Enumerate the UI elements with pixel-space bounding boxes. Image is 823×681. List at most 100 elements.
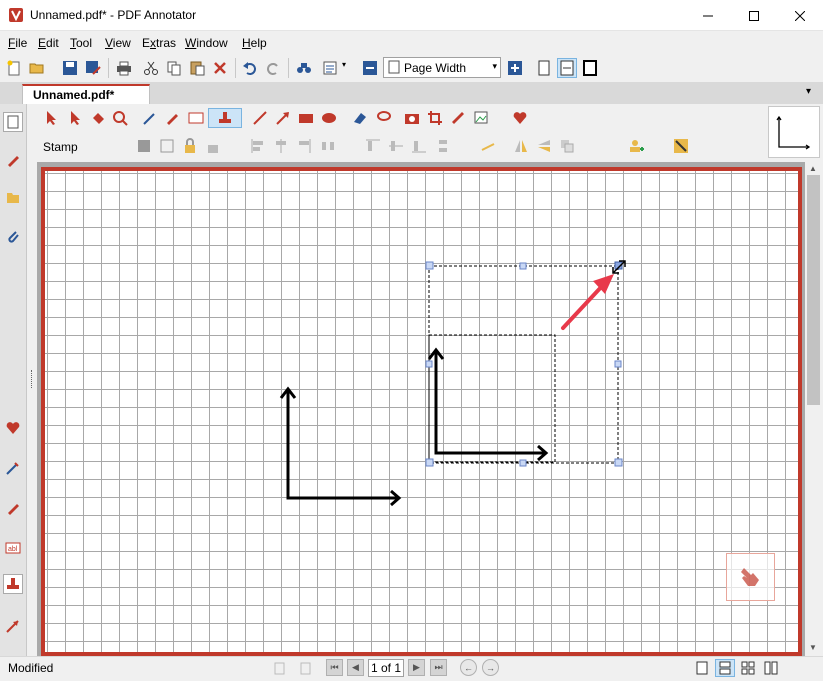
group-icon[interactable] (134, 136, 154, 156)
resize-handles[interactable] (425, 261, 623, 467)
two-page-continuous-view-icon[interactable] (761, 659, 781, 677)
text-icon[interactable]: abl (3, 538, 23, 558)
favorite-icon[interactable] (3, 418, 23, 438)
redo-icon[interactable] (263, 58, 283, 78)
insert-image-icon[interactable] (472, 108, 492, 128)
flip-vertical-icon[interactable] (534, 136, 554, 156)
lasso-icon[interactable] (373, 108, 393, 128)
align-middle-icon[interactable] (386, 136, 406, 156)
new-document-icon[interactable] (4, 58, 24, 78)
delete-icon[interactable] (210, 58, 230, 78)
align-bottom-icon[interactable] (409, 136, 429, 156)
align-top-icon[interactable] (363, 136, 383, 156)
save-as-icon[interactable] (83, 58, 103, 78)
scrollbar-thumb[interactable] (807, 175, 820, 405)
prev-document-icon[interactable] (272, 659, 289, 676)
distribute-icon[interactable] (318, 136, 338, 156)
align-right-icon[interactable] (294, 136, 314, 156)
select-icon[interactable] (42, 108, 62, 128)
open-folder-icon[interactable] (27, 58, 47, 78)
unlock-icon[interactable] (203, 136, 223, 156)
fit-width-icon[interactable] (557, 58, 577, 78)
minimize-button[interactable] (685, 0, 731, 31)
two-page-view-icon[interactable] (738, 659, 758, 677)
first-page-button[interactable]: ⏮ (326, 659, 343, 676)
last-page-button[interactable]: ⏭ (430, 659, 447, 676)
menu-edit[interactable]: Edit (38, 36, 59, 50)
rotate-icon[interactable] (478, 136, 498, 156)
undo-icon[interactable] (240, 58, 260, 78)
paste-icon[interactable] (187, 58, 207, 78)
text-tool-icon[interactable] (186, 108, 206, 128)
scroll-up-icon[interactable]: ▲ (809, 164, 817, 173)
stamp-arrow-annotation[interactable] (279, 386, 402, 507)
arrow-icon[interactable] (3, 616, 23, 636)
line-tool-icon[interactable] (250, 108, 270, 128)
annotation-list-icon[interactable] (3, 150, 23, 170)
touch-mode-button[interactable] (726, 553, 775, 601)
highlighter-icon[interactable] (3, 498, 23, 518)
forward-button[interactable]: → (482, 659, 499, 676)
cut-icon[interactable] (141, 58, 161, 78)
favorites-heart-icon[interactable] (510, 108, 530, 128)
lock-icon[interactable] (180, 136, 200, 156)
menu-file[interactable]: File (8, 36, 27, 50)
fullscreen-icon[interactable] (580, 58, 600, 78)
page-thumbnail-icon[interactable] (3, 112, 23, 132)
add-user-icon[interactable] (626, 136, 646, 156)
pen-tool-icon[interactable] (140, 108, 160, 128)
align-left-icon[interactable] (248, 136, 268, 156)
menu-extras[interactable]: Extras (142, 36, 176, 50)
stamp-tool-icon[interactable] (208, 108, 242, 128)
close-button[interactable] (777, 0, 823, 31)
single-page-view-icon[interactable] (692, 659, 712, 677)
maximize-button[interactable] (731, 0, 777, 31)
print-icon[interactable] (114, 58, 134, 78)
scroll-down-icon[interactable]: ▼ (809, 643, 817, 652)
menu-tool[interactable]: Tool (70, 36, 92, 50)
zoom-out-icon[interactable] (360, 58, 380, 78)
next-document-icon[interactable] (296, 659, 313, 676)
selected-stamp-annotation[interactable] (427, 334, 556, 463)
resize-mode-icon[interactable] (671, 136, 691, 156)
batch-icon[interactable] (320, 58, 340, 78)
hand-tool-icon[interactable] (88, 108, 108, 128)
distribute-vertical-icon[interactable] (433, 136, 453, 156)
crop-icon[interactable] (425, 108, 445, 128)
ungroup-icon[interactable] (157, 136, 177, 156)
menu-help[interactable]: Help (242, 36, 267, 50)
arrow-tool-icon[interactable] (273, 108, 293, 128)
pen-icon[interactable] (3, 458, 23, 478)
copy-icon[interactable] (164, 58, 184, 78)
ellipse-tool-icon[interactable] (319, 108, 339, 128)
previous-page-button[interactable]: ◀ (347, 659, 364, 676)
eraser-icon[interactable] (350, 108, 370, 128)
flip-horizontal-icon[interactable] (511, 136, 531, 156)
attachment-icon[interactable] (3, 226, 23, 246)
save-icon[interactable] (60, 58, 80, 78)
tab-list-arrow-icon[interactable]: ▾ (806, 86, 811, 97)
menu-window[interactable]: Window (185, 36, 228, 50)
single-page-icon[interactable] (534, 58, 554, 78)
bookmark-icon[interactable] (3, 188, 23, 208)
align-center-icon[interactable] (271, 136, 291, 156)
next-page-button[interactable]: ▶ (408, 659, 425, 676)
page-number-field[interactable]: 1 of 1 (368, 659, 404, 677)
pdf-page[interactable] (41, 167, 802, 656)
continuous-view-icon[interactable] (715, 659, 735, 677)
ruler-icon[interactable] (448, 108, 468, 128)
find-icon[interactable] (294, 58, 314, 78)
tab-document[interactable]: Unnamed.pdf* (22, 84, 150, 104)
zoom-select[interactable]: Page Width ▾ (383, 57, 501, 78)
order-icon[interactable] (557, 136, 577, 156)
chevron-down-icon[interactable]: ▾ (492, 61, 497, 72)
highlighter-tool-icon[interactable] (162, 108, 182, 128)
camera-icon[interactable] (402, 108, 422, 128)
dropdown-arrow-icon[interactable]: ▾ (342, 60, 346, 69)
menu-view[interactable]: View (105, 36, 131, 50)
back-button[interactable]: ← (460, 659, 477, 676)
zoom-tool-icon[interactable] (110, 108, 130, 128)
select-text-icon[interactable] (66, 108, 86, 128)
splitter-grip[interactable] (31, 370, 34, 388)
rectangle-tool-icon[interactable] (296, 108, 316, 128)
